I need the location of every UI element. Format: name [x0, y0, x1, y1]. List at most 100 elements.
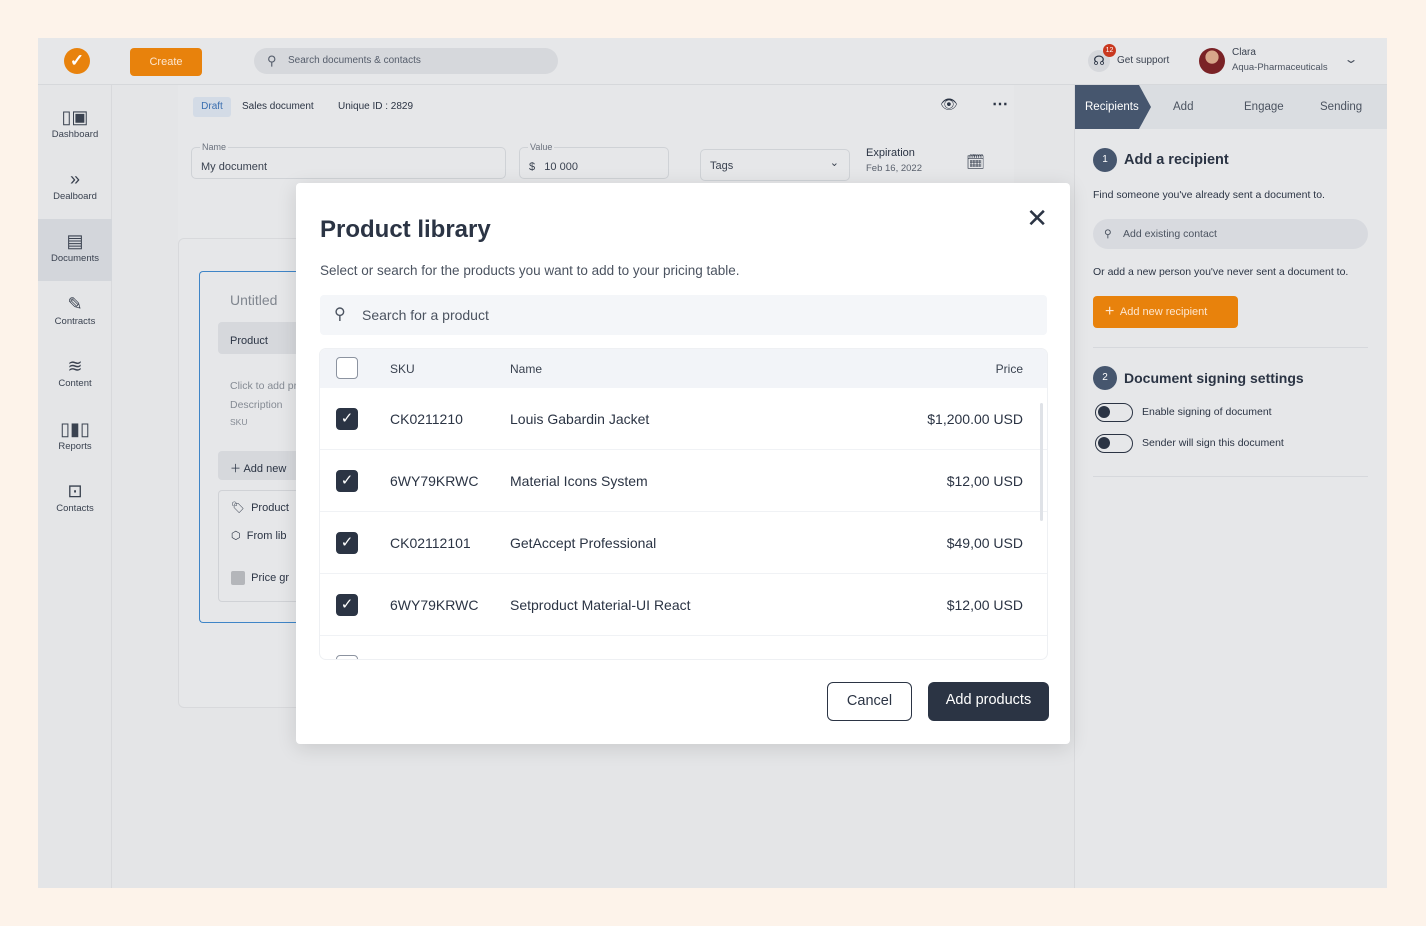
name-field[interactable]: Name My document [191, 142, 506, 179]
product-library-modal: Product library ✕ Select or search for t… [296, 183, 1070, 744]
more-icon[interactable]: ⋯ [992, 94, 1008, 114]
sidebar-item-contracts[interactable]: ✎ Contracts [38, 282, 112, 344]
square-icon [231, 571, 245, 585]
enable-signing-toggle[interactable] [1095, 403, 1133, 422]
row-price: $12,00 USD [946, 473, 1023, 489]
tags-select[interactable]: Tags ⌄ [700, 149, 850, 181]
menu-item-price-group[interactable]: Price gr [231, 571, 289, 585]
step-number: 1 [1093, 148, 1117, 172]
section-title: Document signing settings [1124, 370, 1304, 386]
divider [1093, 476, 1368, 477]
calendar-edit-icon[interactable]: 🗓 [966, 153, 985, 171]
chevron-down-icon: ⌄ [829, 157, 839, 169]
row-name: Material Icons System [510, 473, 648, 489]
add-new-recipient-button[interactable]: + Add new recipient [1093, 296, 1238, 328]
row-sku: 6WY79KRWC [390, 597, 479, 613]
close-icon[interactable]: ✕ [1026, 203, 1048, 234]
sidebar-item-dashboard[interactable]: ▯▣ Dashboard [38, 95, 112, 157]
search-icon: ⚲ [334, 306, 346, 323]
sidebar-item-documents[interactable]: ▤ Documents [38, 219, 112, 281]
sidebar: ▯▣ Dashboard » Dealboard ▤ Documents ✎ Contr… [38, 85, 112, 888]
eye-icon[interactable]: 👁 [940, 96, 958, 113]
expiration-label: Expiration [866, 147, 915, 159]
create-button[interactable]: Create [130, 48, 202, 76]
sidebar-item-content[interactable]: ≋ Content [38, 344, 112, 406]
column-name[interactable]: Name [510, 362, 542, 376]
scrollbar[interactable] [1040, 403, 1043, 521]
currency: $ [529, 161, 536, 173]
stepper: Recipients Add Engage Sending [1075, 85, 1387, 129]
value-field[interactable]: Value $ 10 000 [519, 142, 669, 179]
table-row[interactable]: ✓ CK02112101 GetAccept Professional $49,… [320, 512, 1047, 574]
logo-check-icon[interactable]: ✓ [64, 48, 90, 74]
sidebar-label: Dealboard [53, 191, 97, 202]
product-table: SKU Name Price ✓ CK0211210 Louis Gabardi… [320, 349, 1047, 659]
column-sku[interactable]: SKU [390, 362, 415, 376]
product-search-input[interactable]: ⚲ Search for a product [320, 295, 1047, 335]
step-add[interactable]: Add [1173, 85, 1193, 129]
menu-label: Price gr [251, 571, 290, 584]
sidebar-label: Reports [58, 441, 92, 452]
sidebar-item-reports[interactable]: ▯▮▯ Reports [38, 407, 112, 469]
document-type: Sales document [242, 101, 314, 112]
description-text: Description [230, 399, 283, 411]
top-bar: ✓ Create ⚲ Search documents & contacts ☊ … [38, 38, 1387, 85]
select-all-checkbox[interactable] [336, 357, 358, 379]
row-checkbox[interactable]: ✓ [336, 470, 358, 492]
sidebar-item-contacts[interactable]: ⊡ Contacts [38, 469, 112, 531]
menu-item-product[interactable]: 🏷 Product [231, 501, 289, 514]
sidebar-label: Content [58, 378, 92, 389]
unique-id: Unique ID : 2829 [338, 101, 414, 112]
dealboard-icon: » [69, 169, 80, 189]
column-price[interactable]: Price [996, 362, 1023, 376]
step-sending[interactable]: Sending [1320, 85, 1362, 129]
step-engage[interactable]: Engage [1244, 85, 1284, 129]
row-sku: CK0211210 [390, 411, 463, 427]
row-checkbox[interactable]: ✓ [336, 594, 358, 616]
menu-label: Product [251, 502, 289, 514]
table-row[interactable]: ✓ CK0211210 Louis Gabardin Jacket $1,200… [320, 388, 1047, 450]
step-recipients[interactable]: Recipients [1075, 85, 1151, 129]
divider [1093, 347, 1368, 348]
sidebar-label: Dashboard [51, 129, 99, 140]
table-row[interactable]: ✓ 6WY79KRWC Material Icons System $12,00… [320, 450, 1047, 512]
global-search-input[interactable]: ⚲ Search documents & contacts [254, 48, 558, 74]
expiration-date: Feb 16, 2022 [866, 163, 922, 174]
or-text: Or add a new person you've never sent a … [1093, 266, 1349, 278]
name-value: My document [201, 161, 268, 173]
support-badge: 12 [1103, 44, 1116, 57]
chevron-down-icon[interactable]: ⌄ [1343, 52, 1358, 66]
search-icon: ⚲ [1104, 228, 1112, 240]
table-header: SKU Name Price [320, 349, 1047, 388]
row-checkbox[interactable]: ✓ [336, 532, 358, 554]
row-price: $49,00 USD [946, 535, 1023, 551]
row-name: GetAccept Professional [510, 535, 657, 551]
row-sku: CK02112101 [390, 535, 471, 551]
search-placeholder: Search documents & contacts [288, 55, 421, 66]
status-badge: Draft [193, 97, 231, 117]
sidebar-item-dealboard[interactable]: » Dealboard [38, 157, 112, 219]
table-row[interactable]: ✓ 6WY79KRWC Setproduct Material-UI React… [320, 574, 1047, 636]
user-company: Aqua-Pharmaceuticals [1232, 62, 1328, 73]
step-number: 2 [1093, 366, 1117, 390]
existing-contact-input[interactable]: ⚲ Add existing contact [1093, 219, 1368, 249]
section-title: Add a recipient [1124, 152, 1229, 168]
dashboard-icon: ▯▣ [61, 107, 89, 127]
value-label: Value [528, 142, 555, 152]
sender-sign-toggle[interactable] [1095, 434, 1133, 453]
avatar[interactable] [1199, 48, 1225, 74]
menu-item-from-library[interactable]: ⬡ From lib [231, 529, 286, 542]
click-to-add-text[interactable]: Click to add pr [230, 380, 297, 392]
reports-icon: ▯▮▯ [60, 419, 90, 439]
content-icon: ≋ [67, 356, 83, 376]
row-price: $12,00 USD [946, 597, 1023, 613]
documents-icon: ▤ [66, 231, 84, 251]
user-name: Clara [1232, 47, 1256, 58]
get-support-link[interactable]: Get support [1117, 55, 1169, 66]
row-checkbox[interactable] [336, 655, 358, 659]
cancel-button[interactable]: Cancel [827, 682, 912, 721]
row-price: $1,200.00 USD [927, 411, 1023, 427]
add-products-button[interactable]: Add products [928, 682, 1049, 721]
row-checkbox[interactable]: ✓ [336, 408, 358, 430]
value-amount: 10 000 [544, 161, 578, 173]
